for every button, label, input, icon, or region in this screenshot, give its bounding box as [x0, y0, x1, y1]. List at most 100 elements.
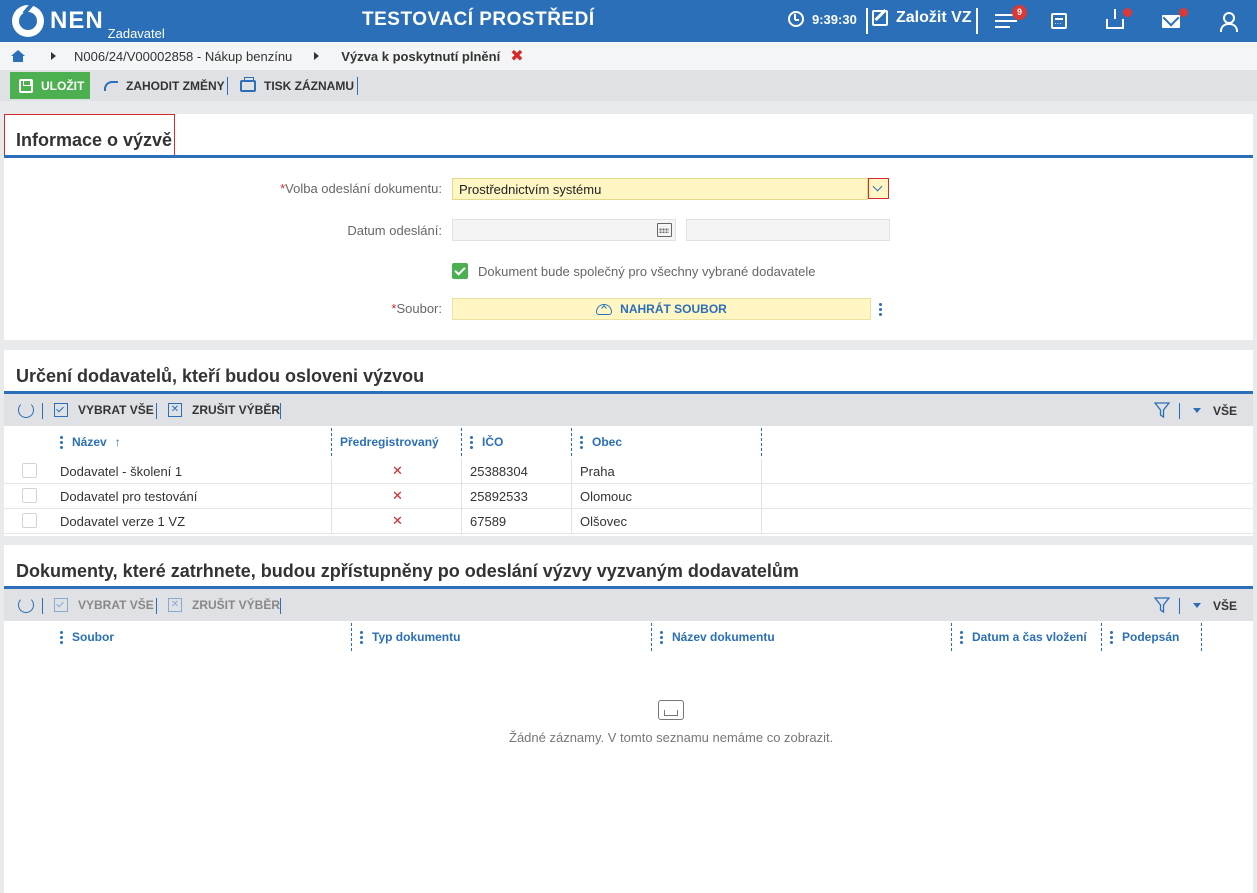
documents-panel: Dokumenty, které zatrhnete, budou zpříst…	[4, 545, 1253, 893]
create-vz-label: Založit VZ	[896, 9, 972, 26]
column-divider[interactable]	[331, 428, 332, 456]
column-divider[interactable]	[651, 623, 652, 651]
chevron-down-icon[interactable]	[868, 178, 889, 199]
row-checkbox[interactable]	[22, 463, 37, 478]
breadcrumb-item-current: Výzva k poskytnutí plnění	[341, 48, 501, 64]
not-preregistered-icon: ✕	[392, 463, 403, 478]
nen-logo[interactable]: NEN Zadavatel	[12, 5, 165, 41]
filter-icon[interactable]	[1154, 402, 1170, 418]
sort-asc-icon: ↑	[114, 435, 121, 449]
supplier-ico: 67589	[470, 514, 507, 529]
caret-down-icon[interactable]	[1193, 603, 1201, 608]
column-preregistered[interactable]: Předregistrovaný	[340, 426, 439, 458]
more-options-icon[interactable]	[872, 298, 888, 320]
empty-state-text: Žádné záznamy. V tomto seznamu nemáme co…	[509, 730, 834, 745]
column-signed[interactable]: Podepsán	[1110, 621, 1179, 653]
row-checkbox[interactable]	[22, 488, 37, 503]
view-all-label[interactable]: VŠE	[1213, 404, 1237, 418]
table-row[interactable]: Dodavatel - školení 1 ✕ 25388304 Praha	[4, 459, 1253, 484]
column-divider[interactable]	[761, 428, 762, 456]
discard-label: ZAHODIT ZMĚNY	[126, 78, 225, 93]
breadcrumb-item-contract[interactable]: N006/24/V00002858 - Nákup benzínu	[74, 49, 292, 64]
common-document-checkbox[interactable]	[452, 263, 468, 279]
edit-icon	[872, 10, 888, 26]
inbox-button[interactable]	[1106, 8, 1132, 32]
cell-divider	[761, 509, 762, 534]
send-option-select[interactable]: Prostřednictvím systému	[452, 178, 868, 200]
create-vz-button[interactable]: Založit VZ	[872, 9, 972, 27]
cell-divider	[331, 459, 332, 484]
deselect-icon: ✕	[168, 598, 182, 612]
header-divider	[866, 8, 868, 34]
row-checkbox[interactable]	[22, 513, 37, 528]
column-file[interactable]: Soubor	[60, 621, 114, 653]
calendar-icon[interactable]	[657, 223, 672, 237]
column-divider[interactable]	[571, 428, 572, 456]
file-label: *Soubor:	[391, 301, 442, 316]
breadcrumb-arrow-icon	[314, 52, 320, 60]
refresh-icon[interactable]	[18, 402, 34, 418]
deselect-button[interactable]: ✕ ZRUŠIT VÝBĚR	[168, 394, 280, 426]
column-city[interactable]: Obec	[580, 426, 622, 458]
cell-divider	[331, 484, 332, 509]
send-date-input[interactable]	[452, 219, 676, 241]
select-all-button[interactable]: VYBRAT VŠE	[54, 394, 154, 426]
upload-file-button[interactable]: NAHRÁT SOUBOR	[452, 298, 871, 320]
inbox-icon	[1106, 9, 1124, 29]
column-divider[interactable]	[1101, 623, 1102, 651]
empty-inbox-icon	[658, 700, 684, 720]
caret-down-icon[interactable]	[1193, 408, 1201, 413]
print-record-button[interactable]: TISK ZÁZNAMU	[240, 70, 354, 101]
column-document-name[interactable]: Název dokumentu	[660, 621, 775, 653]
documents-title: Dokumenty, které zatrhnete, budou zpříst…	[16, 561, 799, 581]
refresh-icon[interactable]	[18, 597, 34, 613]
deselect-button[interactable]: ✕ ZRUŠIT VÝBĚR	[168, 589, 280, 621]
cell-divider	[461, 459, 462, 484]
user-icon[interactable]	[1217, 10, 1239, 32]
mail-button[interactable]	[1162, 8, 1188, 32]
cell-divider	[461, 484, 462, 509]
table-row[interactable]: Dodavatel verze 1 VZ ✕ 67589 Olšovec	[4, 509, 1253, 534]
breadcrumb-arrow-icon	[51, 52, 56, 60]
save-icon	[19, 78, 33, 93]
column-divider[interactable]	[1201, 623, 1202, 651]
info-title-rule	[4, 155, 1253, 158]
upload-label: NAHRÁT SOUBOR	[620, 302, 727, 316]
column-divider[interactable]	[461, 428, 462, 456]
column-name[interactable]: Název ↑	[60, 426, 121, 458]
not-preregistered-icon: ✕	[392, 488, 403, 503]
menu-icon[interactable]: 9	[995, 5, 1027, 32]
column-inserted-at[interactable]: Datum a čas vložení	[960, 621, 1087, 653]
column-ico[interactable]: IČO	[470, 426, 503, 458]
column-divider[interactable]	[351, 623, 352, 651]
mail-icon	[1162, 15, 1180, 28]
save-button[interactable]: ULOŽIT	[10, 72, 90, 99]
logo-subtitle: Zadavatel	[107, 26, 165, 41]
close-icon[interactable]: ✖	[510, 46, 523, 66]
toolbar-divider	[42, 403, 43, 419]
session-clock: 9:39:30	[788, 11, 857, 27]
calculator-button[interactable]	[1051, 10, 1073, 32]
select-all-label: VYBRAT VŠE	[78, 598, 154, 612]
send-time-input[interactable]	[686, 219, 890, 241]
home-icon[interactable]	[11, 50, 25, 62]
column-divider[interactable]	[951, 623, 952, 651]
top-bar: NEN Zadavatel TESTOVACÍ PROSTŘEDÍ 9:39:3…	[0, 0, 1257, 42]
supplier-ico: 25892533	[470, 489, 528, 504]
select-all-button[interactable]: VYBRAT VŠE	[54, 589, 154, 621]
discard-changes-button[interactable]: ZAHODIT ZMĚNY	[104, 70, 225, 101]
select-all-icon	[54, 598, 68, 612]
suppliers-panel: Určení dodavatelů, kteří budou osloveni …	[4, 350, 1253, 536]
notification-badge: 9	[1012, 5, 1027, 20]
column-document-type[interactable]: Typ dokumentu	[360, 621, 460, 653]
cell-divider	[571, 484, 572, 509]
documents-grid-toolbar: VYBRAT VŠE ✕ ZRUŠIT VÝBĚR VŠE	[4, 589, 1253, 621]
cell-divider	[571, 459, 572, 484]
deselect-label: ZRUŠIT VÝBĚR	[192, 598, 281, 612]
filter-icon[interactable]	[1154, 597, 1170, 613]
table-row[interactable]: Dodavatel pro testování ✕ 25892533 Olomo…	[4, 484, 1253, 509]
toolbar-divider	[1179, 403, 1180, 419]
print-label: TISK ZÁZNAMU	[264, 78, 354, 93]
environment-title: TESTOVACÍ PROSTŘEDÍ	[362, 9, 595, 30]
view-all-label[interactable]: VŠE	[1213, 599, 1237, 613]
